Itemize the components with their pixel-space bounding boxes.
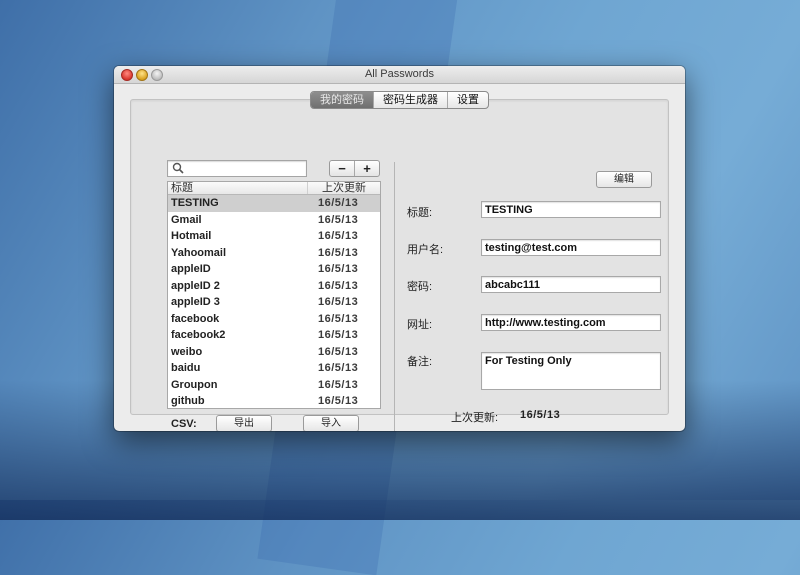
edit-button[interactable]: 编辑: [596, 171, 652, 188]
title-bar[interactable]: All Passwords: [114, 66, 685, 84]
password-label: 密码:: [407, 281, 433, 293]
search-input[interactable]: [186, 161, 301, 176]
row-title: baidu: [171, 362, 201, 374]
row-date: 16/5/13: [318, 329, 359, 341]
list-row[interactable]: facebook2 16/5/13: [168, 327, 380, 344]
row-title: appleID 3: [171, 296, 220, 308]
row-title: Groupon: [171, 378, 218, 391]
last-updated-label: 上次更新:: [451, 412, 499, 424]
column-header-last-updated[interactable]: 上次更新: [307, 182, 380, 194]
row-title: Hotmail: [171, 230, 212, 242]
list-row[interactable]: Gmail 16/5/13: [168, 212, 380, 229]
row-title: facebook: [171, 312, 220, 325]
username-label: 用户名:: [407, 244, 444, 256]
row-date: 16/5/13: [318, 395, 359, 407]
row-date: 16/5/13: [318, 197, 359, 209]
row-date: 16/5/13: [318, 362, 359, 374]
list-row[interactable]: Yahoomail 16/5/13: [168, 245, 380, 262]
tab-bar: 我的密码 密码生成器 设置: [310, 91, 489, 109]
tab-content-panel: − + 标题 上次更新 TESTING 16/5/13 Gmail 16/5/13 …: [130, 99, 669, 431]
list-row[interactable]: github 16/5/13: [168, 393, 380, 408]
password-list[interactable]: 标题 上次更新 TESTING 16/5/13 Gmail 16/5/13 Hotm…: [167, 181, 381, 409]
row-title: facebook2: [171, 329, 226, 341]
row-title: github: [171, 395, 205, 407]
row-title: weibo: [171, 345, 203, 358]
list-row[interactable]: Hotmail 16/5/13: [168, 228, 380, 245]
add-entry-button[interactable]: +: [355, 161, 379, 176]
list-header: 标题 上次更新: [168, 182, 380, 195]
username-field[interactable]: testing@test.com: [481, 239, 661, 256]
note-field[interactable]: For Testing Only: [481, 352, 661, 390]
row-title: Gmail: [171, 213, 202, 226]
list-row[interactable]: Groupon 16/5/13: [168, 377, 380, 394]
list-row[interactable]: facebook 16/5/13: [168, 311, 380, 328]
list-row[interactable]: appleID 16/5/13: [168, 261, 380, 278]
window-title: All Passwords: [364, 68, 435, 80]
row-date: 16/5/13: [318, 345, 359, 358]
row-date: 16/5/13: [318, 312, 359, 325]
row-date: 16/5/13: [318, 246, 359, 259]
list-row[interactable]: appleID 2 16/5/13: [168, 278, 380, 295]
row-title: Yahoomail: [171, 246, 227, 259]
last-updated-value: 16/5/13: [520, 409, 561, 421]
row-date: 16/5/13: [318, 263, 359, 275]
row-title: appleID 2: [171, 279, 220, 292]
title-label: 标题:: [407, 207, 433, 219]
list-row[interactable]: TESTING 16/5/13: [168, 195, 380, 212]
column-header-title[interactable]: 标题: [171, 182, 193, 194]
list-row[interactable]: weibo 16/5/13: [168, 344, 380, 361]
row-date: 16/5/13: [318, 279, 359, 292]
url-field[interactable]: http://www.testing.com: [481, 314, 661, 331]
tab-password-generator[interactable]: 密码生成器: [374, 92, 448, 108]
tab-settings[interactable]: 设置: [448, 92, 488, 108]
add-remove-control: − +: [329, 160, 380, 177]
list-row[interactable]: appleID 3 16/5/13: [168, 294, 380, 311]
search-field[interactable]: [167, 160, 307, 177]
url-label: 网址:: [407, 319, 433, 331]
row-date: 16/5/13: [318, 230, 359, 242]
app-window: All Passwords 我的密码 密码生成器 设置 − + 标题 上次更新 …: [114, 66, 685, 431]
panel-divider: [394, 162, 395, 431]
title-field[interactable]: TESTING: [481, 201, 661, 218]
remove-entry-button[interactable]: −: [330, 161, 355, 176]
row-date: 16/5/13: [318, 378, 359, 391]
export-csv-button[interactable]: 导出: [216, 415, 272, 431]
row-date: 16/5/13: [318, 213, 359, 226]
note-label: 备注:: [407, 356, 433, 368]
tab-my-passwords[interactable]: 我的密码: [311, 92, 374, 108]
row-title: appleID: [171, 263, 211, 275]
row-title: TESTING: [171, 197, 219, 209]
csv-label: CSV:: [171, 418, 197, 430]
row-date: 16/5/13: [318, 296, 359, 308]
search-icon: [172, 162, 184, 174]
password-field[interactable]: abcabc111: [481, 276, 661, 293]
import-csv-button[interactable]: 导入: [303, 415, 359, 431]
list-row[interactable]: baidu 16/5/13: [168, 360, 380, 377]
